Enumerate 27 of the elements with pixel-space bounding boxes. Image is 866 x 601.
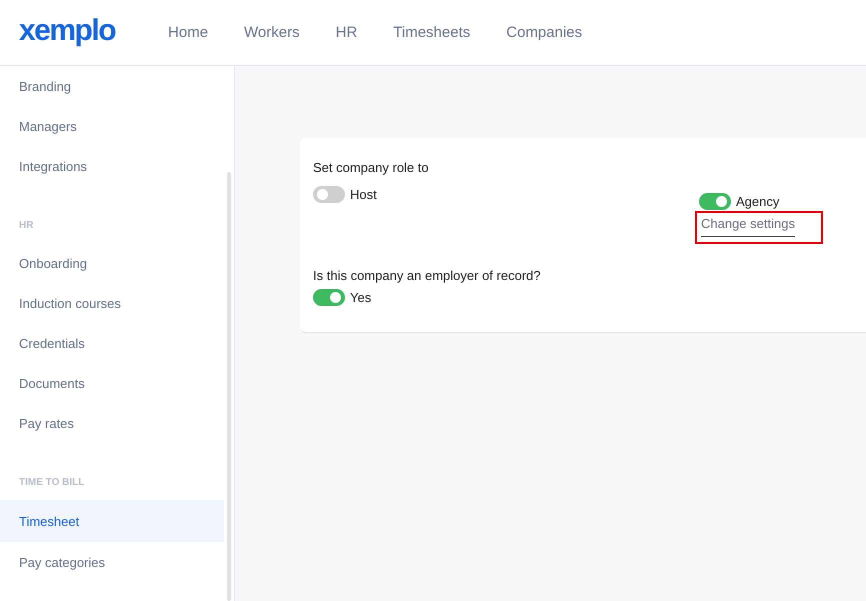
toggle-label: Agency [736, 194, 780, 210]
question-label: Set company role to [313, 160, 430, 176]
nav-link[interactable]: Timesheets [393, 24, 470, 41]
question-label: Is this company an employer of record? [313, 268, 542, 284]
sidebar-item[interactable]: Documents [0, 363, 224, 403]
nav-link[interactable]: Workers [244, 24, 300, 41]
toggle-switch[interactable] [313, 186, 345, 203]
nav-link[interactable]: Companies [506, 24, 582, 41]
sidebar-item[interactable]: Induction courses [0, 283, 224, 323]
toggle-switch[interactable] [699, 193, 731, 210]
sidebar-item[interactable]: Timesheet [0, 500, 224, 542]
sidebar-item[interactable]: Branding [0, 66, 224, 106]
sidebar-item[interactable]: Credentials [0, 323, 224, 363]
nav-link[interactable]: Home [168, 24, 208, 41]
toggle-label: Host [350, 186, 377, 202]
section-heading: HR [18, 219, 34, 233]
sidebar-item[interactable]: Pay categories [0, 542, 224, 582]
nav-link[interactable]: HR [336, 24, 358, 41]
sidebar-item[interactable]: Managers [0, 106, 224, 146]
section-heading: TIME TO BILL [18, 476, 86, 490]
change-settings-link[interactable]: Change settings [701, 216, 795, 237]
logo[interactable]: xemplo [19, 16, 116, 50]
toggle-label: Yes [350, 290, 372, 306]
sidebar-item[interactable]: Integrations [0, 146, 224, 186]
sidebar-item[interactable]: Onboarding [0, 243, 224, 283]
toggle-switch[interactable] [313, 289, 345, 306]
sidebar-item[interactable]: Pay rates [0, 403, 224, 443]
